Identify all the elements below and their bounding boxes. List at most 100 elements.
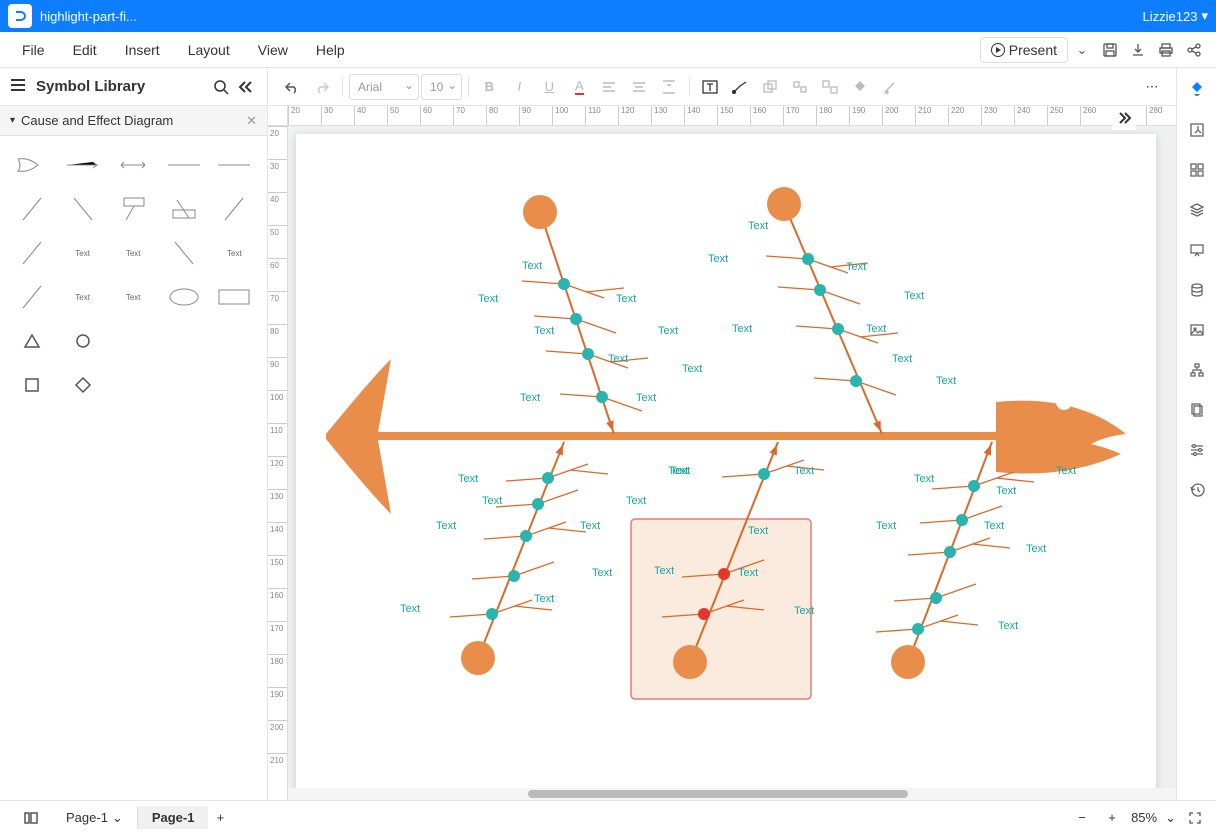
- svg-text:Text: Text: [738, 567, 758, 579]
- fill-button[interactable]: [846, 73, 874, 101]
- redo-button[interactable]: [308, 73, 336, 101]
- shape-triangle[interactable]: [10, 322, 54, 360]
- history-icon[interactable]: [1183, 476, 1211, 504]
- pages-dropdown[interactable]: [10, 808, 52, 828]
- collapse-right-icon[interactable]: [1112, 106, 1136, 130]
- ruler-horizontal: 2030405060708090100110120130140150160170…: [288, 106, 1176, 126]
- titlebar: highlight-part-fi... Lizzie123▾: [0, 0, 1216, 32]
- settings-icon[interactable]: [1183, 436, 1211, 464]
- statusbar: Page-1 ⌄ Page-1 + − + 85% ⌄: [0, 800, 1216, 834]
- zoom-out-button[interactable]: −: [1071, 807, 1093, 829]
- shape-diamond[interactable]: [61, 366, 105, 404]
- shape-text3[interactable]: Text: [212, 234, 256, 272]
- shape-line[interactable]: [162, 146, 206, 184]
- shape-diag1[interactable]: [10, 190, 54, 228]
- back-button[interactable]: [756, 73, 784, 101]
- symbol-library-panel: Symbol Library ▾ Cause and Effect Diagra…: [0, 68, 268, 800]
- menu-edit[interactable]: Edit: [59, 36, 111, 64]
- grid-icon[interactable]: [1183, 156, 1211, 184]
- align-left-button[interactable]: [595, 73, 623, 101]
- menu-layout[interactable]: Layout: [174, 36, 244, 64]
- shape-doublearrow[interactable]: [111, 146, 155, 184]
- page-select[interactable]: Page-1 ⌄: [52, 806, 137, 830]
- share-icon[interactable]: [1180, 36, 1208, 64]
- zoom-in-button[interactable]: +: [1101, 807, 1123, 829]
- present-dropdown[interactable]: ⌄: [1068, 36, 1096, 64]
- valign-button[interactable]: [655, 73, 683, 101]
- clipboard-icon[interactable]: [1183, 396, 1211, 424]
- bold-button[interactable]: B: [475, 73, 503, 101]
- textcolor-button[interactable]: A: [565, 73, 593, 101]
- shape-diag4[interactable]: [10, 278, 54, 316]
- shape-textbox1[interactable]: [111, 190, 155, 228]
- brush-button[interactable]: [876, 73, 904, 101]
- orgchart-icon[interactable]: [1183, 356, 1211, 384]
- svg-text:Text: Text: [708, 253, 728, 265]
- canvas-page[interactable]: TextTextTextTextTextTextTextTextTextText…: [296, 134, 1156, 794]
- italic-button[interactable]: I: [505, 73, 533, 101]
- shape-text4[interactable]: Text: [61, 278, 105, 316]
- shape-text5[interactable]: Text: [111, 278, 155, 316]
- download-icon[interactable]: [1124, 36, 1152, 64]
- right-rail: [1176, 68, 1216, 800]
- svg-text:Text: Text: [998, 620, 1018, 632]
- print-icon[interactable]: [1152, 36, 1180, 64]
- shape-line2[interactable]: [212, 146, 256, 184]
- more-button[interactable]: ⋯: [1138, 73, 1166, 101]
- font-select[interactable]: Arial: [349, 74, 419, 100]
- shape-circle[interactable]: [61, 322, 105, 360]
- ungroup-button[interactable]: [816, 73, 844, 101]
- hamburger-icon[interactable]: [10, 78, 26, 96]
- svg-text:Text: Text: [732, 323, 752, 335]
- horizontal-scrollbar[interactable]: [288, 788, 1176, 800]
- undo-button[interactable]: [278, 73, 306, 101]
- fishbone-diagram[interactable]: TextTextTextTextTextTextTextTextTextText…: [296, 134, 1156, 794]
- svg-text:Text: Text: [534, 593, 554, 605]
- svg-text:Text: Text: [904, 290, 924, 302]
- fontsize-select[interactable]: 10: [421, 74, 462, 100]
- shape-text2[interactable]: Text: [111, 234, 155, 272]
- document-title[interactable]: highlight-part-fi...: [40, 9, 137, 24]
- zoom-level[interactable]: 85%: [1131, 810, 1157, 825]
- page-tab-1[interactable]: Page-1: [138, 806, 209, 829]
- search-icon[interactable]: [209, 75, 233, 99]
- shape-square[interactable]: [10, 366, 54, 404]
- presentation-icon[interactable]: [1183, 236, 1211, 264]
- menu-file[interactable]: File: [8, 36, 59, 64]
- present-button[interactable]: Present: [980, 37, 1068, 63]
- shape-rect[interactable]: [212, 278, 256, 316]
- shape-diagtext1[interactable]: [10, 234, 54, 272]
- menu-insert[interactable]: Insert: [111, 36, 174, 64]
- save-icon[interactable]: [1096, 36, 1124, 64]
- shape-ellipse[interactable]: [162, 278, 206, 316]
- database-icon[interactable]: [1183, 276, 1211, 304]
- fullscreen-button[interactable]: [1184, 807, 1206, 829]
- svg-text:Text: Text: [936, 375, 956, 387]
- library-category[interactable]: ▾ Cause and Effect Diagram ✕: [0, 106, 267, 136]
- svg-text:Text: Text: [682, 363, 702, 375]
- shape-arrow[interactable]: [61, 146, 105, 184]
- layers-icon[interactable]: [1183, 196, 1211, 224]
- close-category-icon[interactable]: ✕: [246, 113, 257, 129]
- shape-diagtext2[interactable]: [162, 234, 206, 272]
- textbox-button[interactable]: [696, 73, 724, 101]
- group-button[interactable]: [786, 73, 814, 101]
- menu-help[interactable]: Help: [302, 36, 359, 64]
- align-center-button[interactable]: [625, 73, 653, 101]
- theme-icon[interactable]: [1183, 76, 1211, 104]
- add-page-button[interactable]: +: [208, 806, 232, 830]
- canvas-area[interactable]: 2030405060708090100110120130140150160170…: [268, 106, 1176, 800]
- connector-button[interactable]: [726, 73, 754, 101]
- shape-fishhead[interactable]: [10, 146, 54, 184]
- collapse-left-icon[interactable]: [233, 75, 257, 99]
- image-icon[interactable]: [1183, 316, 1211, 344]
- export-icon[interactable]: [1183, 116, 1211, 144]
- shape-diag3[interactable]: [212, 190, 256, 228]
- menu-view[interactable]: View: [244, 36, 302, 64]
- shape-diag2[interactable]: [61, 190, 105, 228]
- shape-textbox2[interactable]: [162, 190, 206, 228]
- svg-text:Text: Text: [1056, 465, 1076, 477]
- underline-button[interactable]: U: [535, 73, 563, 101]
- shape-text1[interactable]: Text: [61, 234, 105, 272]
- user-menu[interactable]: Lizzie123▾: [1143, 8, 1208, 24]
